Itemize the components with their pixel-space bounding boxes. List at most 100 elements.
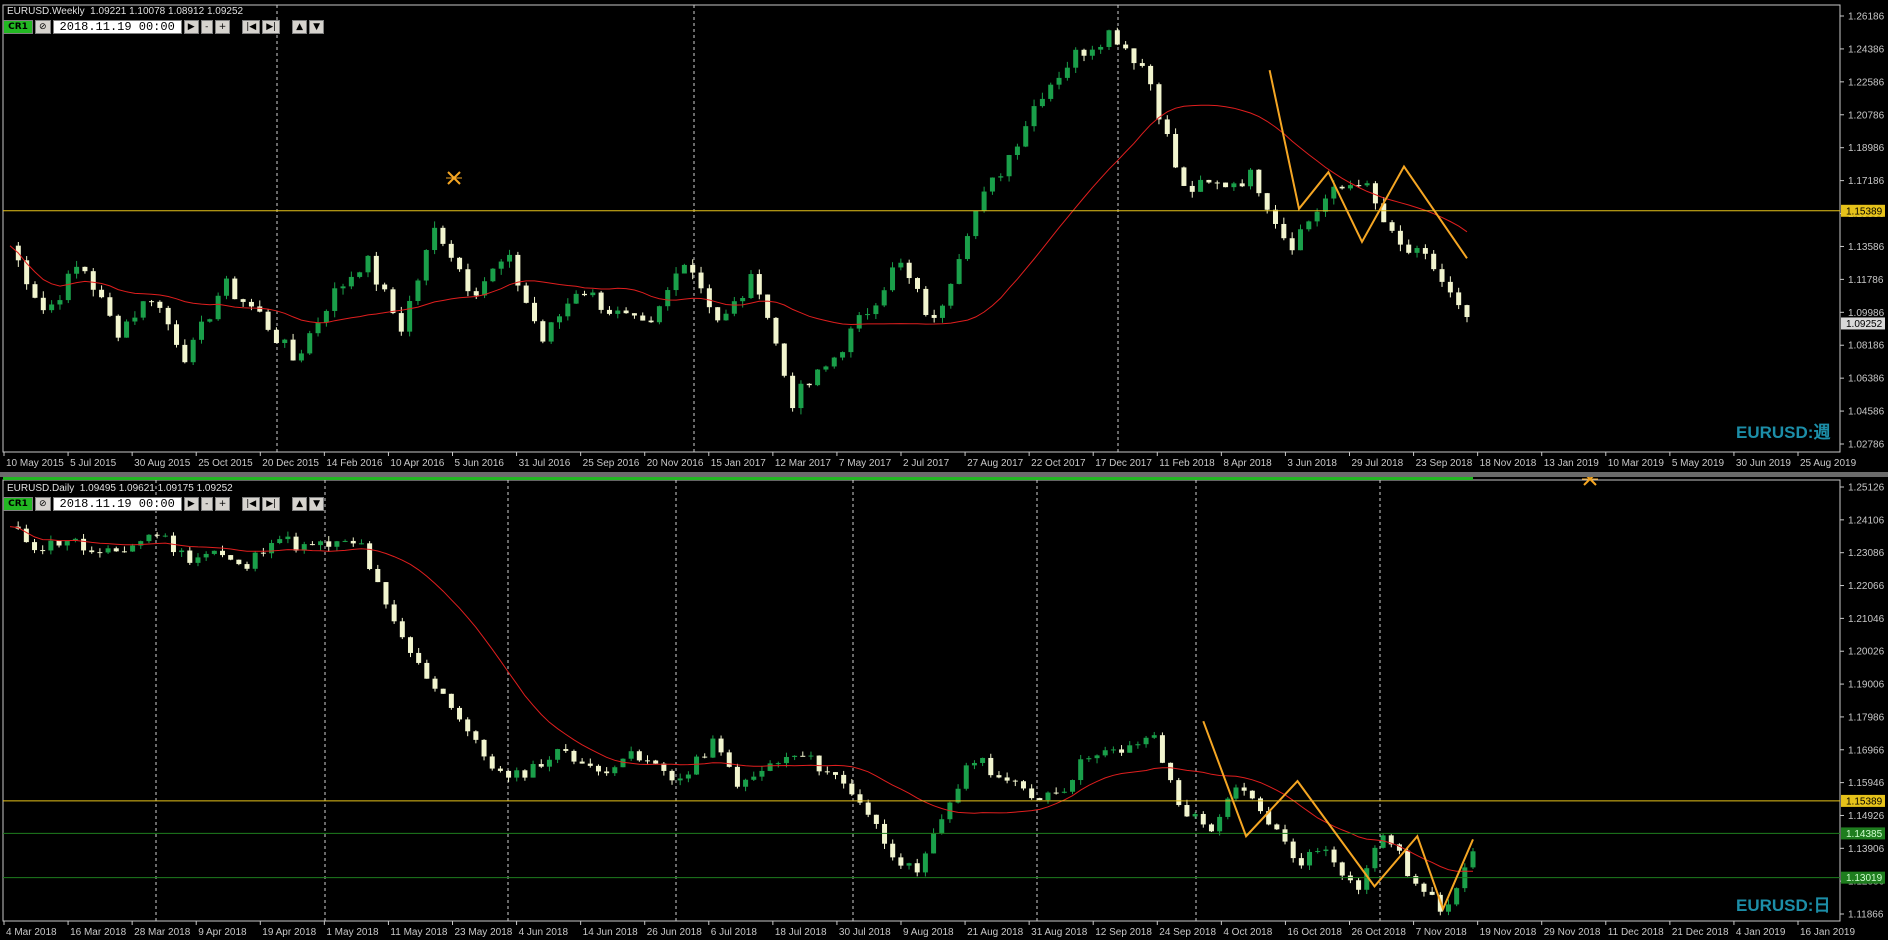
candle-body: [207, 319, 213, 322]
candle-body: [1406, 244, 1412, 253]
datetime-field[interactable]: 2018.11.19 00:00: [52, 20, 182, 34]
candle-body: [1364, 183, 1370, 186]
crosshair-icon[interactable]: [1582, 477, 1598, 486]
candle-body: [1372, 847, 1378, 869]
candle-body: [240, 299, 246, 302]
candle-body: [849, 783, 855, 795]
candle-body: [748, 274, 754, 298]
candle-body: [326, 541, 332, 547]
candle-body: [898, 262, 904, 268]
candle-body: [706, 288, 712, 308]
candle-body: [440, 688, 446, 694]
datetime-field[interactable]: 2018.11.19 00:00: [52, 497, 182, 511]
candle-body: [407, 300, 413, 332]
candle-body: [726, 752, 732, 767]
cr-disable-button[interactable]: ⊘: [35, 497, 51, 511]
candle-body: [252, 552, 258, 569]
y-tick-label: 1.26186: [1848, 12, 1885, 23]
weekly-chart-panel[interactable]: 1.26186 1.24386 1.22586 1.20786 1.18986 1.171…: [0, 0, 1888, 472]
y-tick-label: 1.17986: [1848, 712, 1885, 723]
candle-body: [448, 243, 454, 258]
candle-body: [211, 550, 217, 554]
candle-body: [620, 758, 626, 768]
play-button[interactable]: ▶: [183, 497, 199, 511]
candle-body: [1081, 49, 1087, 56]
weekly-chart-toolbar: CR1 ⊘ 2018.11.19 00:00 ▶ - + |◀ ▶| ▲ ▼: [3, 19, 325, 35]
play-button[interactable]: ▶: [183, 20, 199, 34]
candle-body: [1004, 777, 1010, 781]
daily-chart-canvas[interactable]: 1.25126 1.24106 1.23086 1.22066 1.21046 1.200…: [0, 477, 1888, 940]
candle-body: [497, 768, 503, 771]
candles: [15, 521, 1476, 916]
candle-body: [1164, 119, 1170, 135]
candle-body: [964, 236, 970, 260]
x-tick-label: 20 Nov 2016: [647, 458, 704, 469]
x-tick-label: 12 Sep 2018: [1095, 927, 1152, 938]
candle-body: [823, 366, 829, 370]
candle-body: [174, 324, 180, 345]
candle-body: [677, 778, 683, 781]
scroll-down-button[interactable]: ▼: [309, 20, 325, 34]
candle-body: [628, 751, 634, 759]
candle-body: [65, 273, 71, 301]
jump-end-button[interactable]: ▶|: [262, 20, 281, 34]
x-tick-label: 26 Oct 2018: [1352, 927, 1407, 938]
candle-body: [1223, 182, 1229, 188]
candle-body: [573, 293, 579, 304]
scroll-up-button[interactable]: ▲: [292, 497, 308, 511]
candle-body: [507, 254, 513, 262]
cr1-button[interactable]: CR1: [3, 497, 33, 511]
candle-body: [334, 541, 340, 547]
cr-disable-button[interactable]: ⊘: [35, 20, 51, 34]
weekly-chart-canvas[interactable]: 1.26186 1.24386 1.22586 1.20786 1.18986 1.171…: [0, 0, 1888, 472]
candle-body: [82, 266, 88, 272]
candle-body: [1297, 229, 1303, 251]
x-tick-label: 21 Dec 2018: [1672, 927, 1729, 938]
candle-body: [457, 707, 463, 720]
candle-body: [948, 283, 954, 306]
candle-body: [498, 261, 504, 269]
x-tick-label: 23 Sep 2018: [1416, 458, 1473, 469]
candle-body: [595, 765, 601, 772]
daily-chart-panel[interactable]: 1.25126 1.24106 1.23086 1.22066 1.21046 1.200…: [0, 477, 1888, 940]
x-tick-label: 23 May 2018: [455, 927, 513, 938]
candle-body: [989, 177, 995, 192]
candle-body: [923, 288, 929, 315]
scroll-down-button[interactable]: ▼: [309, 497, 325, 511]
jump-end-button[interactable]: ▶|: [262, 497, 281, 511]
x-tick-label: 4 Jan 2019: [1736, 927, 1786, 938]
candle-body: [482, 281, 488, 296]
candle-body: [323, 310, 329, 323]
candle-body: [1037, 798, 1043, 801]
candle-body: [298, 353, 304, 361]
candle-body: [32, 542, 38, 551]
crosshair-icon[interactable]: [446, 171, 462, 185]
y-tick-label: 1.17186: [1848, 176, 1885, 187]
candle-body: [1422, 248, 1428, 254]
candle-body: [382, 284, 388, 290]
candle-body: [277, 539, 283, 544]
jump-start-button[interactable]: |◀: [242, 497, 261, 511]
candle-body: [473, 731, 479, 740]
zoom-in-button[interactable]: +: [214, 20, 231, 34]
jump-start-button[interactable]: |◀: [242, 20, 261, 34]
scroll-up-button[interactable]: ▲: [292, 20, 308, 34]
candle-body: [1106, 30, 1112, 47]
candle-body: [154, 534, 160, 536]
cr1-button[interactable]: CR1: [3, 20, 33, 34]
y-tick-label: 1.22066: [1848, 581, 1885, 592]
candle-body: [718, 738, 724, 753]
candle-body: [290, 339, 296, 361]
candle-body: [1314, 211, 1320, 222]
y-tick-label: 1.15946: [1848, 778, 1885, 789]
candle-body: [398, 313, 404, 332]
zoom-in-button[interactable]: +: [214, 497, 231, 511]
candle-body: [340, 286, 346, 289]
weekly-symbol-label: EURUSD:週: [1736, 423, 1831, 442]
candle-body: [1290, 841, 1296, 859]
candle-body: [1148, 65, 1154, 85]
zoom-out-button[interactable]: -: [200, 497, 213, 511]
zoom-out-button[interactable]: -: [200, 20, 213, 34]
candle-body: [1151, 735, 1157, 738]
x-tick-label: 14 Jun 2018: [583, 927, 638, 938]
